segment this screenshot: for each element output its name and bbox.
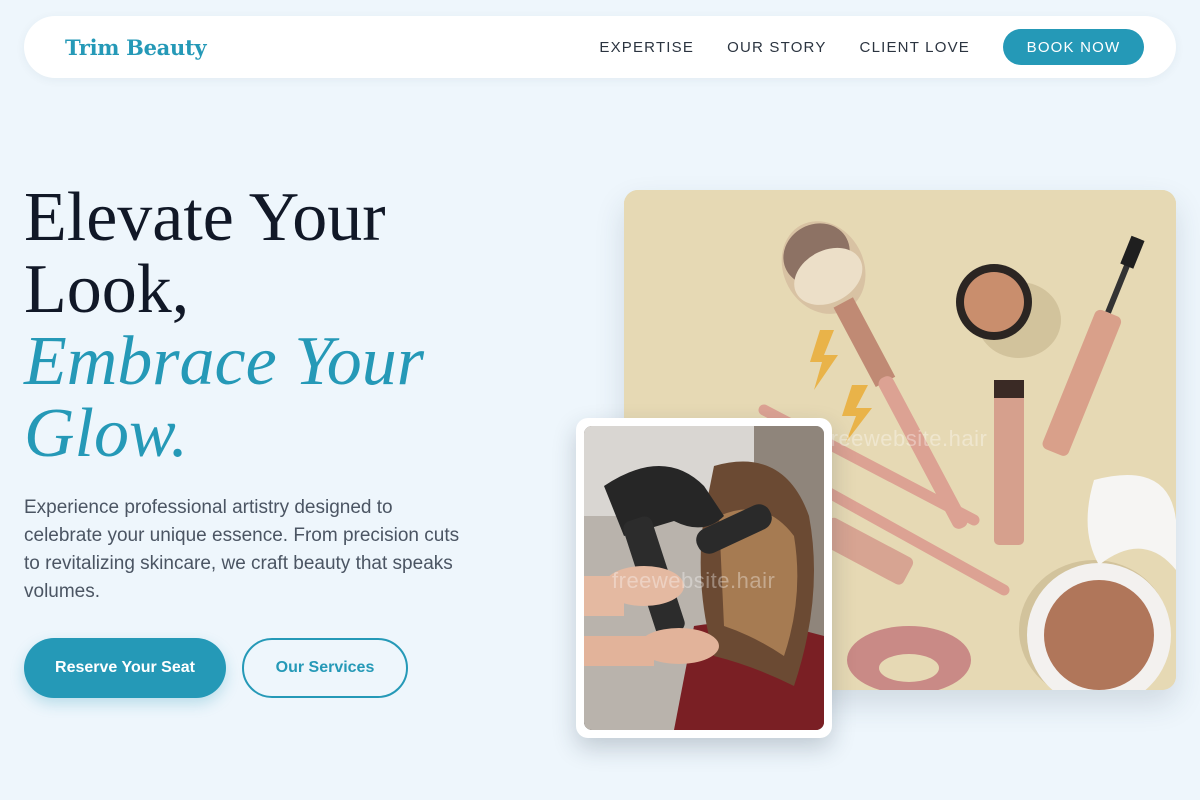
nav-links: EXPERTISE OUR STORY CLIENT LOVE BOOK NOW [566,29,1144,65]
top-navbar: Trim Beauty EXPERTISE OUR STORY CLIENT L… [24,16,1176,78]
hero-title-accent-2: Glow. [24,395,188,472]
brand-logo[interactable]: Trim Beauty [65,35,207,60]
hero-title-line-2: Look, [24,251,190,328]
hero-description: Experience professional artistry designe… [24,497,460,602]
reserve-seat-button[interactable]: Reserve Your Seat [24,638,226,698]
nav-link-client-love[interactable]: CLIENT LOVE [860,39,970,56]
nav-link-expertise[interactable]: EXPERTISE [599,39,694,56]
hair-styling-illustration [584,426,824,730]
hair-styling-image: freewebsite.hair [584,426,824,730]
nav-link-our-story[interactable]: OUR STORY [727,39,826,56]
hero-title-line-1: Elevate Your [24,179,386,256]
book-now-button[interactable]: BOOK NOW [1003,29,1144,65]
hair-styling-image-frame: freewebsite.hair [576,418,832,738]
hero-title-accent-1: Embrace Your [24,323,424,400]
hero-title: Elevate Your Look, Embrace Your Glow. [24,182,564,470]
our-services-button[interactable]: Our Services [242,638,408,698]
